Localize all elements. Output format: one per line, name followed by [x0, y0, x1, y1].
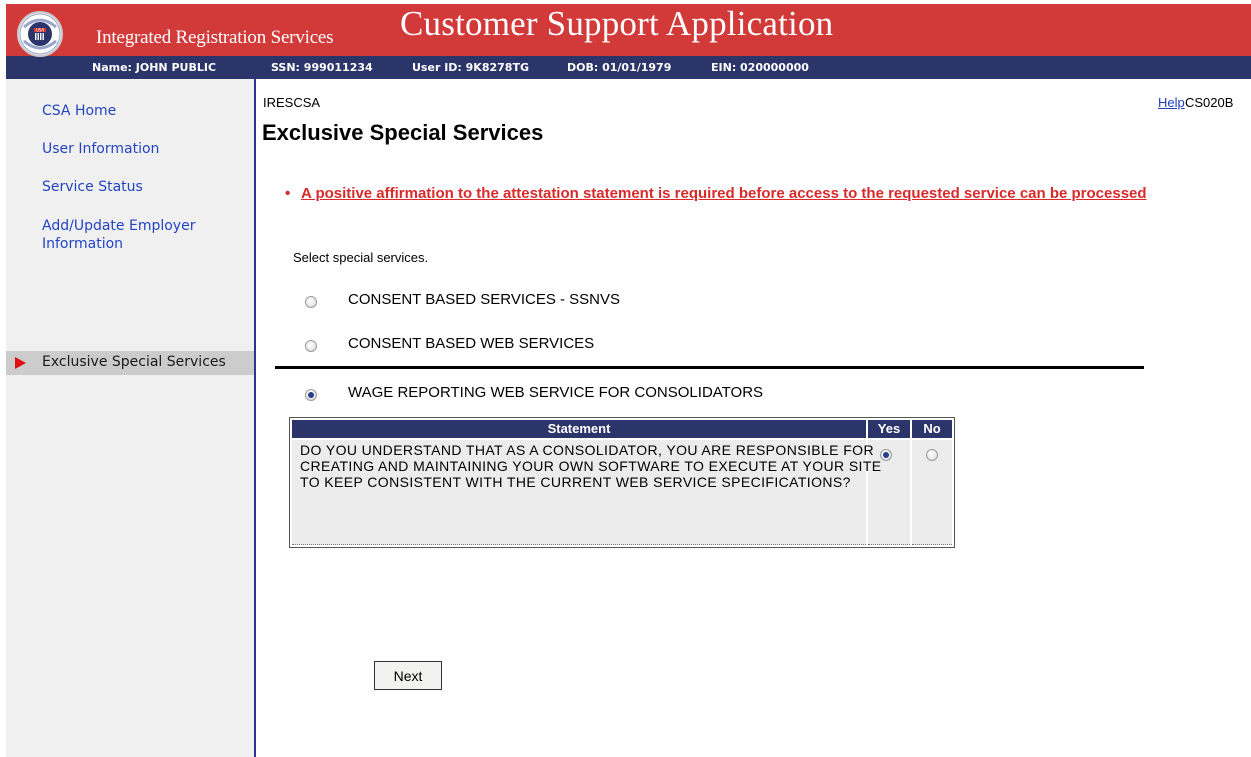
- statement-table: Statement Yes No DO YOU UNDERSTAND THAT …: [289, 417, 955, 548]
- user-ssn: SSN: 999011234: [271, 61, 373, 74]
- radio-consent-based-web-services[interactable]: [305, 340, 317, 352]
- app-subtitle: Integrated Registration Services: [96, 27, 334, 48]
- user-id: User ID: 9K8278TG: [412, 61, 529, 74]
- user-ein: EIN: 020000000: [711, 61, 809, 74]
- sidebar-item-user-information[interactable]: User Information: [42, 140, 159, 158]
- option-label-consent-ssnvs: CONSENT BASED SERVICES - SSNVS: [348, 291, 621, 308]
- screen-code: CS020B: [1185, 95, 1234, 110]
- statement-column-header: Statement: [292, 420, 866, 438]
- sidebar-item-label: Exclusive Special Services: [42, 354, 226, 370]
- sidebar-item-add-update-employer[interactable]: Add/Update Employer Information: [42, 217, 242, 253]
- ssa-seal-logo: USA: [17, 11, 63, 57]
- option-label-consent-web: CONSENT BASED WEB SERVICES: [348, 335, 595, 352]
- select-services-label: Select special services.: [293, 250, 429, 265]
- statement-text: DO YOU UNDERSTAND THAT AS A CONSOLIDATOR…: [300, 442, 882, 490]
- user-name: Name: JOHN PUBLIC: [92, 61, 217, 74]
- error-message: • A positive affirmation to the attestat…: [285, 183, 1235, 205]
- page-title: Exclusive Special Services: [262, 120, 544, 145]
- sidebar-item-csa-home[interactable]: CSA Home: [42, 102, 116, 120]
- next-button[interactable]: Next: [374, 661, 442, 690]
- help-link[interactable]: Help: [1158, 95, 1185, 110]
- statement-no-radio[interactable]: [926, 449, 938, 461]
- option-label-wage-reporting: WAGE REPORTING WEB SERVICE FOR CONSOLIDA…: [348, 384, 764, 401]
- user-dob: DOB: 01/01/1979: [567, 61, 672, 74]
- sidebar-item-service-status[interactable]: Service Status: [42, 178, 143, 196]
- page-id: IRESCSA: [263, 95, 321, 110]
- error-message-text: A positive affirmation to the attestatio…: [301, 185, 1147, 202]
- radio-wage-reporting-consolidators[interactable]: [305, 389, 317, 401]
- yes-column-header: Yes: [868, 420, 910, 438]
- bullet-icon: •: [285, 185, 291, 202]
- active-arrow-icon: [15, 357, 26, 369]
- sidebar-item-exclusive-special-services[interactable]: Exclusive Special Services: [6, 351, 254, 375]
- sidebar-nav: CSA Home User Information Service Status…: [6, 79, 256, 757]
- app-title: Customer Support Application: [400, 4, 834, 43]
- section-divider: [275, 366, 1144, 369]
- no-column-header: No: [912, 420, 952, 438]
- svg-text:USA: USA: [36, 27, 45, 32]
- radio-consent-based-ssnvs[interactable]: [305, 296, 317, 308]
- statement-yes-radio[interactable]: [880, 449, 892, 461]
